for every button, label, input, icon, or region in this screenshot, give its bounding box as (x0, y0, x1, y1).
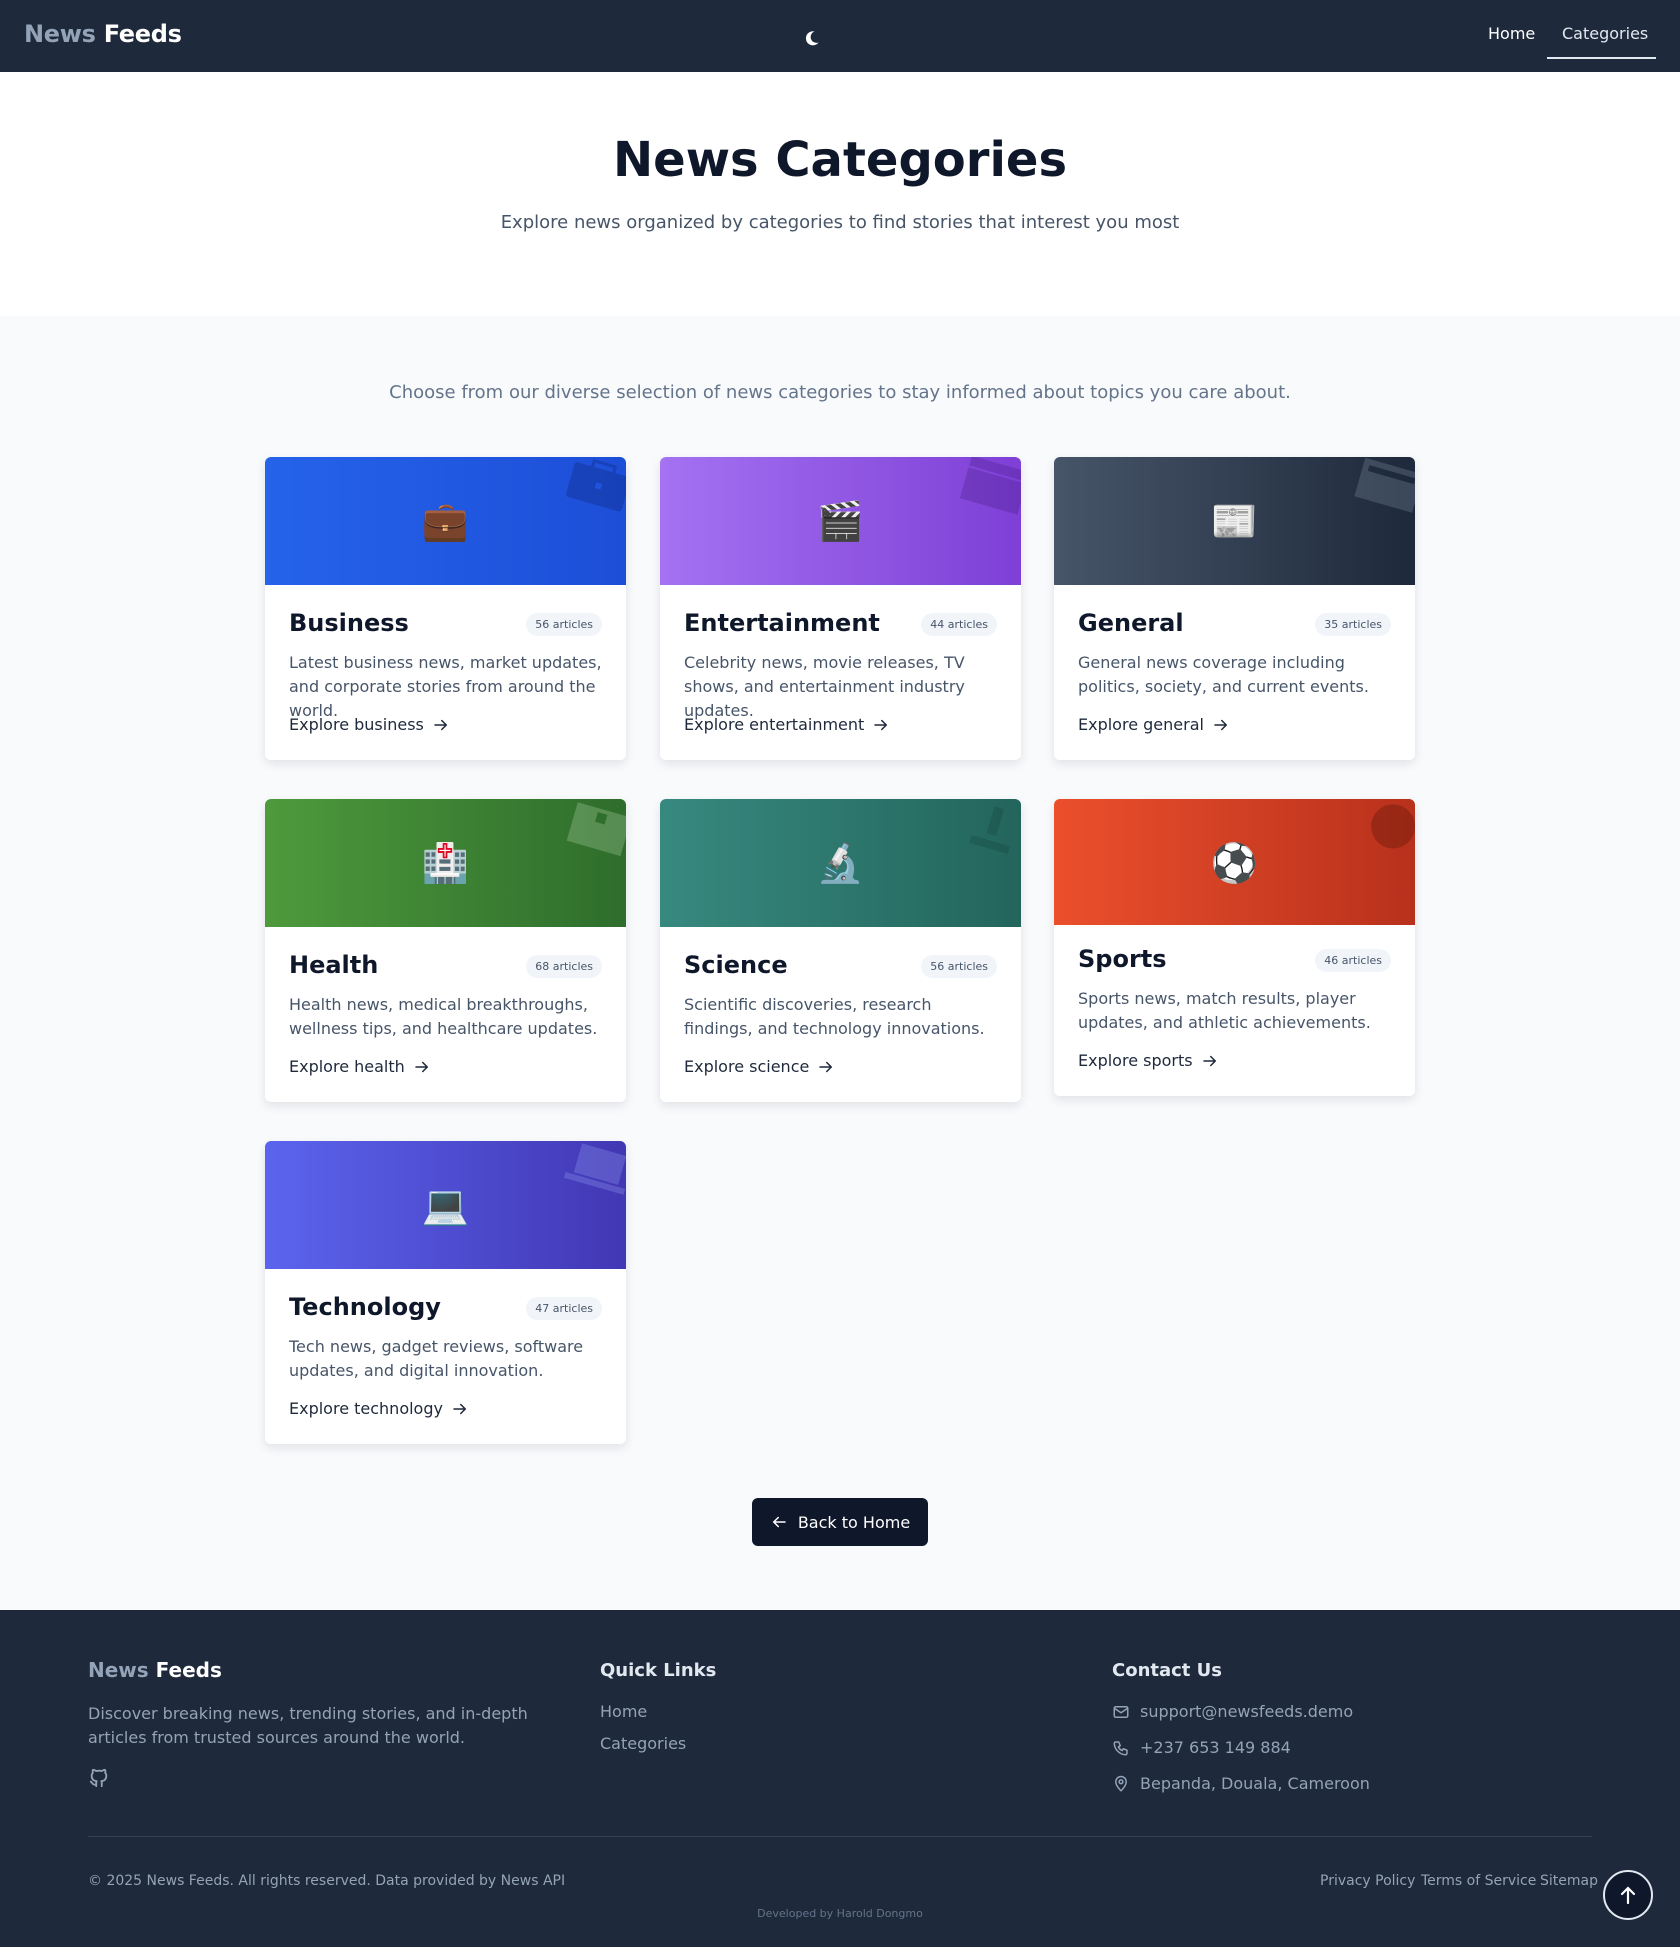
microscope-icon: 🔬 (816, 841, 865, 885)
category-card-health[interactable]: 🏥 Health 68 articles Health news, medica… (265, 799, 626, 1102)
explore-technology-link[interactable]: Explore technology (289, 1399, 602, 1418)
navbar: News Feeds Home Categories (0, 0, 1680, 72)
arrow-up-icon (1620, 1886, 1636, 1905)
card-banner: 🔬 (660, 799, 1021, 927)
card-description: General news coverage including politics… (1078, 653, 1369, 696)
explore-science-link[interactable]: Explore science (684, 1057, 997, 1076)
arrow-right-icon (874, 719, 888, 730)
arrow-right-icon (1214, 719, 1228, 730)
category-card-entertainment[interactable]: 🎬 Entertainment 44 articles Celebrity ne… (660, 457, 1021, 760)
article-count-badge: 56 articles (526, 613, 602, 636)
explore-link-label: Explore entertainment (684, 715, 865, 734)
category-card-general[interactable]: 📰 General 35 articles General news cover… (1054, 457, 1415, 760)
contact-heading: Contact Us (1112, 1660, 1223, 1681)
footer-description: Discover breaking news, trending stories… (88, 1704, 528, 1747)
briefcase-icon: 💼 (421, 499, 470, 543)
page-title: News Categories (612, 132, 1068, 188)
contact-email[interactable]: support@newsfeeds.demo (1112, 1702, 1353, 1721)
back-button-label: Back to Home (797, 1512, 911, 1532)
clapperboard-icon: 🎬 (816, 499, 865, 543)
category-card-science[interactable]: 🔬 Science 56 articles Scientific discove… (660, 799, 1021, 1102)
arrow-left-icon (772, 1516, 786, 1528)
moon-icon (805, 31, 819, 46)
card-banner: ⚽ (1054, 799, 1415, 925)
logo-part-news: News (24, 20, 96, 48)
explore-general-link[interactable]: Explore general (1078, 715, 1391, 734)
explore-business-link[interactable]: Explore business (289, 715, 602, 734)
explore-link-label: Explore business (289, 715, 424, 734)
explore-link-label: Explore health (289, 1057, 405, 1076)
card-banner: 💻 (265, 1141, 626, 1269)
soccer-ball-icon: ⚽ (1210, 841, 1259, 885)
nav-link-home[interactable]: Home (1488, 24, 1535, 43)
arrow-right-icon (434, 719, 448, 730)
copyright-text: © 2025 News Feeds. All rights reserved. … (88, 1873, 566, 1889)
theme-toggle-button[interactable] (796, 22, 828, 54)
card-description: Celebrity news, movie releases, TV shows… (684, 653, 965, 720)
card-description: Latest business news, market updates, an… (289, 653, 602, 720)
contact-phone-text: +237 653 149 884 (1140, 1738, 1291, 1757)
active-nav-indicator (1547, 57, 1656, 59)
footer-divider (88, 1836, 1592, 1837)
footer-logo[interactable]: News Feeds (88, 1658, 222, 1682)
nav-link-categories[interactable]: Categories (1562, 24, 1648, 43)
card-banner: 📰 (1054, 457, 1415, 585)
card-banner: 🏥 (265, 799, 626, 927)
scroll-to-top-button[interactable] (1603, 1870, 1653, 1920)
page-header: News Categories Explore news organized b… (0, 72, 1680, 316)
map-pin-icon (1114, 1775, 1128, 1792)
article-count-badge: 46 articles (1315, 949, 1391, 972)
category-card-sports[interactable]: ⚽ Sports 46 articles Sports news, match … (1054, 799, 1415, 1096)
sitemap-link[interactable]: Sitemap (1540, 1873, 1598, 1889)
back-to-home-button[interactable]: Back to Home (752, 1498, 928, 1546)
contact-address: Bepanda, Douala, Cameroon (1112, 1774, 1370, 1793)
developer-credit: Developed by Harold Dongmo (757, 1907, 923, 1920)
terms-of-service-link[interactable]: Terms of Service (1421, 1873, 1536, 1889)
explore-link-label: Explore sports (1078, 1051, 1193, 1070)
contact-email-text: support@newsfeeds.demo (1140, 1702, 1354, 1721)
footer-logo-part-feeds: Feeds (155, 1658, 222, 1682)
contact-phone[interactable]: +237 653 149 884 (1112, 1738, 1291, 1757)
site-footer: News Feeds Discover breaking news, trend… (0, 1610, 1680, 1947)
card-banner: 💼 (265, 457, 626, 585)
footer-logo-part-news: News (88, 1658, 149, 1682)
site-logo[interactable]: News Feeds (24, 20, 182, 48)
arrow-right-icon (819, 1061, 833, 1072)
hospital-icon: 🏥 (421, 841, 470, 885)
laptop-icon: 💻 (421, 1183, 470, 1227)
explore-sports-link[interactable]: Explore sports (1078, 1051, 1391, 1070)
arrow-right-icon (1202, 1055, 1216, 1066)
article-count-badge: 56 articles (921, 955, 997, 978)
explore-health-link[interactable]: Explore health (289, 1057, 602, 1076)
article-count-badge: 68 articles (526, 955, 602, 978)
explore-link-label: Explore general (1078, 715, 1204, 734)
github-icon[interactable] (88, 1767, 110, 1789)
explore-link-label: Explore science (684, 1057, 810, 1076)
footer-link-home[interactable]: Home (600, 1702, 647, 1721)
explore-link-label: Explore technology (289, 1399, 443, 1418)
explore-entertainment-link[interactable]: Explore entertainment (684, 715, 997, 734)
article-count-badge: 47 articles (526, 1297, 602, 1320)
quick-links-heading: Quick Links (600, 1660, 717, 1681)
arrow-right-icon (453, 1403, 467, 1414)
page-subtitle: Explore news organized by categories to … (500, 212, 1180, 233)
contact-address-text: Bepanda, Douala, Cameroon (1140, 1774, 1370, 1793)
article-count-badge: 44 articles (921, 613, 997, 636)
phone-icon (1113, 1740, 1128, 1755)
card-description: Tech news, gadget reviews, software upda… (289, 1337, 584, 1380)
categories-intro: Choose from our diverse selection of new… (389, 382, 1291, 403)
card-description: Sports news, match results, player updat… (1078, 989, 1371, 1032)
footer-link-categories[interactable]: Categories (600, 1734, 686, 1753)
category-card-technology[interactable]: 💻 Technology 47 articles Tech news, gadg… (265, 1141, 626, 1444)
category-card-business[interactable]: 💼 Business 56 articles Latest business n… (265, 457, 626, 760)
newspaper-icon: 📰 (1210, 499, 1259, 543)
card-description: Scientific discoveries, research finding… (684, 995, 985, 1038)
privacy-policy-link[interactable]: Privacy Policy (1320, 1873, 1415, 1889)
mail-icon (1113, 1705, 1129, 1718)
card-banner: 🎬 (660, 457, 1021, 585)
card-description: Health news, medical breakthroughs, well… (289, 995, 598, 1038)
article-count-badge: 35 articles (1315, 613, 1391, 636)
arrow-right-icon (415, 1061, 429, 1072)
logo-part-feeds: Feeds (103, 20, 182, 48)
